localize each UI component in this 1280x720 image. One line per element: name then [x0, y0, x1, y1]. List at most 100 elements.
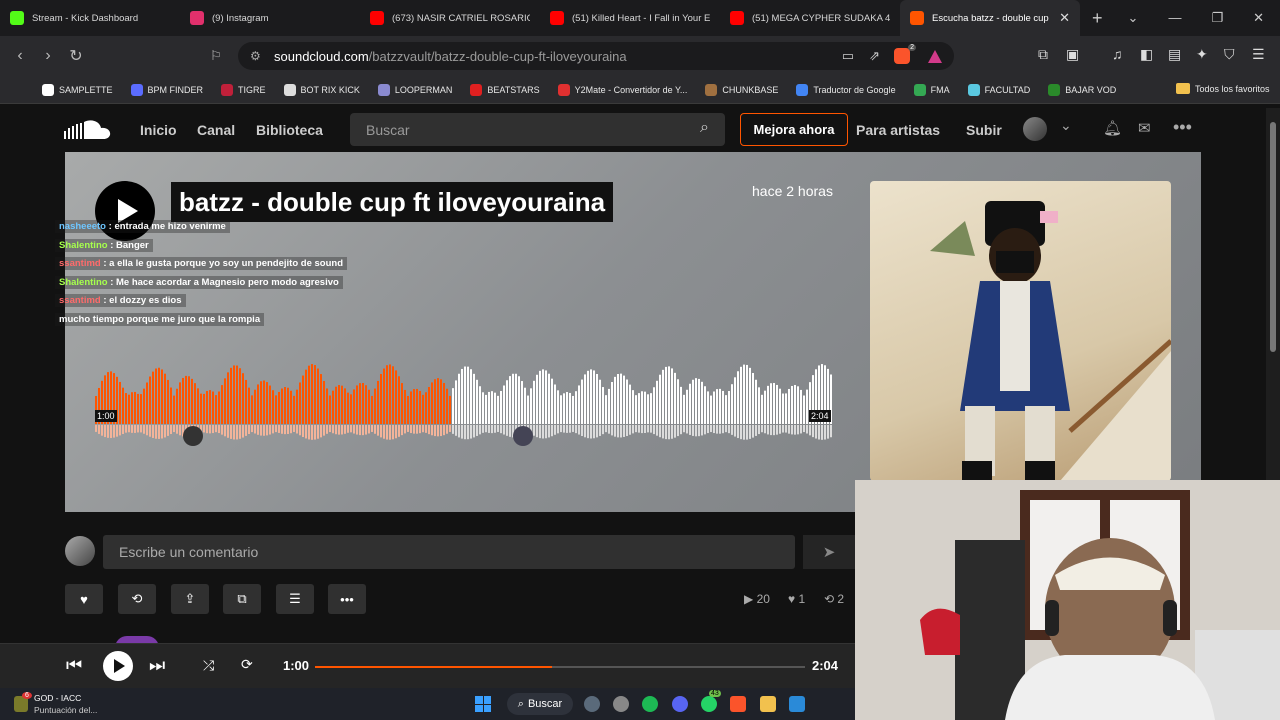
- copy-link-button[interactable]: ⧉: [223, 584, 261, 614]
- forward-icon[interactable]: ›: [34, 47, 62, 65]
- photoshop-app-icon[interactable]: [789, 696, 805, 712]
- url-input[interactable]: ⚙ soundcloud.com/batzzvault/batzz-double…: [238, 42, 954, 70]
- soundcloud-logo-icon[interactable]: [64, 119, 112, 141]
- music-icon[interactable]: ♫: [1112, 46, 1123, 62]
- bookmark-item[interactable]: BEATSTARS: [470, 83, 540, 96]
- more-button[interactable]: •••: [328, 584, 366, 614]
- waveform-bar: [359, 383, 361, 424]
- bookmark-item[interactable]: FMA: [913, 83, 950, 96]
- waveform-reflection-bar: [122, 425, 124, 434]
- tab-search-icon[interactable]: ⌄: [1128, 10, 1139, 26]
- settings-app-icon[interactable]: [584, 696, 600, 712]
- nav-feed[interactable]: Canal: [197, 122, 235, 138]
- bookmark-favicon-icon: [796, 83, 809, 96]
- previous-icon[interactable]: ⏮︎: [66, 655, 82, 676]
- notifications-icon[interactable]: 🔔︎: [1103, 119, 1122, 137]
- bookmark-icon[interactable]: ⚐: [202, 48, 230, 64]
- scrollbar-thumb[interactable]: [1270, 122, 1276, 352]
- browser-tab[interactable]: Escucha batzz - double cup ft ✕: [900, 0, 1080, 36]
- waveform-bar: [662, 369, 664, 424]
- close-window-icon[interactable]: ✕: [1253, 10, 1264, 26]
- reading-icon[interactable]: ▣: [1066, 46, 1079, 63]
- browser-tab[interactable]: Stream - Kick Dashboard: [0, 0, 180, 36]
- like-button[interactable]: ♥: [65, 584, 103, 614]
- close-tab-icon[interactable]: ✕: [1059, 10, 1070, 26]
- browser-tab[interactable]: (9) Instagram: [180, 0, 360, 36]
- brave-rewards-icon[interactable]: [928, 49, 942, 63]
- browser-tab[interactable]: (673) NASIR CATRIEL ROSARIO KID: [360, 0, 540, 36]
- waveform-reflection-bar: [737, 425, 739, 439]
- waveform-reflection-bar: [137, 425, 139, 433]
- waveform-reflection-bar: [284, 425, 286, 435]
- bookmark-item[interactable]: LOOPERMAN: [377, 83, 452, 96]
- bookmark-item[interactable]: TIGRE: [221, 83, 266, 96]
- share-icon[interactable]: ⇗: [869, 48, 880, 64]
- nav-library[interactable]: Biblioteca: [256, 122, 323, 138]
- upgrade-button[interactable]: Mejora ahora: [740, 113, 848, 146]
- player-play-button[interactable]: [103, 651, 133, 681]
- browser-tab[interactable]: (51) MEGA CYPHER SUDAKA 4: Osc: [720, 0, 900, 36]
- menu-icon[interactable]: ☰: [1252, 46, 1265, 63]
- repeat-icon[interactable]: ⟳: [241, 656, 253, 673]
- reload-icon[interactable]: ↻: [62, 46, 90, 66]
- search-icon[interactable]: ⌕: [700, 119, 709, 137]
- for-artists-link[interactable]: Para artistas: [856, 122, 940, 138]
- messages-icon[interactable]: ✉: [1138, 119, 1151, 137]
- waveform-reflection-bar: [242, 425, 244, 438]
- waveform-reflection-bar: [497, 425, 499, 432]
- player-duration: 2:04: [812, 658, 839, 673]
- user-avatar[interactable]: [1023, 117, 1047, 141]
- minimize-icon[interactable]: —: [1168, 10, 1181, 26]
- chrome-app-icon[interactable]: [613, 696, 629, 712]
- bookmark-item[interactable]: SAMPLETTE: [42, 83, 113, 96]
- upload-link[interactable]: Subir: [966, 122, 1002, 138]
- page-scrollbar[interactable]: [1266, 108, 1280, 480]
- site-info-icon[interactable]: ⚙: [250, 49, 261, 63]
- all-bookmarks[interactable]: Todos los favoritos: [1176, 83, 1270, 94]
- waveform[interactable]: [95, 362, 833, 452]
- repost-button[interactable]: ⟲: [118, 584, 156, 614]
- nav-home[interactable]: Inicio: [140, 122, 177, 138]
- whatsapp-app-icon[interactable]: [701, 696, 717, 712]
- back-icon[interactable]: ‹: [6, 47, 34, 65]
- cast-icon[interactable]: ▭: [842, 48, 854, 64]
- discord-app-icon[interactable]: [672, 696, 688, 712]
- brave-app-icon[interactable]: [730, 696, 746, 712]
- waveform-bar: [485, 394, 487, 424]
- next-icon[interactable]: ⏭︎: [149, 655, 165, 676]
- brave-shield-icon[interactable]: [894, 48, 910, 64]
- comment-input[interactable]: Escribe un comentario: [103, 535, 795, 569]
- leo-ai-icon[interactable]: ✦: [1196, 46, 1208, 63]
- add-to-playlist-button[interactable]: ☰: [276, 584, 314, 614]
- waveform-bar: [650, 393, 652, 424]
- chevron-down-icon[interactable]: ⌄: [1060, 117, 1072, 134]
- waveform-reflection-bar: [608, 425, 610, 434]
- soundcloud-search-input[interactable]: Buscar ⌕: [350, 113, 725, 146]
- bookmark-item[interactable]: FACULTAD: [967, 83, 1030, 96]
- bookmark-item[interactable]: Traductor de Google: [796, 83, 896, 96]
- waveform-reflection-bar: [713, 425, 715, 434]
- send-comment-button[interactable]: ➤: [803, 535, 855, 569]
- vpn-icon[interactable]: ⛉: [1224, 46, 1235, 63]
- wallet-icon[interactable]: ▤: [1168, 46, 1181, 63]
- comment-avatar[interactable]: [183, 426, 203, 446]
- shuffle-icon[interactable]: ⤮: [203, 657, 214, 674]
- bookmark-item[interactable]: BAJAR VOD: [1048, 83, 1116, 96]
- bookmark-item[interactable]: BOT RIX KICK: [283, 83, 360, 96]
- bookmark-item[interactable]: BPM FINDER: [130, 83, 203, 96]
- browser-tab[interactable]: (51) Killed Heart - I Fall in Your Eyes: [540, 0, 720, 36]
- restore-icon[interactable]: ❐: [1211, 10, 1223, 26]
- bookmark-item[interactable]: Y2Mate - Convertidor de Y...: [557, 83, 687, 96]
- comment-avatar[interactable]: [513, 426, 533, 446]
- bookmark-item[interactable]: CHUNKBASE: [705, 83, 778, 96]
- taskbar-search[interactable]: ⌕ Buscar: [507, 693, 573, 715]
- sidebar-icon[interactable]: ◧: [1140, 46, 1153, 63]
- file-explorer-app-icon[interactable]: [760, 696, 776, 712]
- extensions-icon[interactable]: ⧉: [1038, 46, 1048, 63]
- spotify-app-icon[interactable]: [642, 696, 658, 712]
- more-options-icon[interactable]: •••: [1173, 117, 1192, 138]
- new-tab-button[interactable]: +: [1092, 8, 1103, 29]
- share-button[interactable]: ⇪: [171, 584, 209, 614]
- windows-start-icon[interactable]: [475, 696, 491, 712]
- progress-bar[interactable]: [315, 666, 805, 668]
